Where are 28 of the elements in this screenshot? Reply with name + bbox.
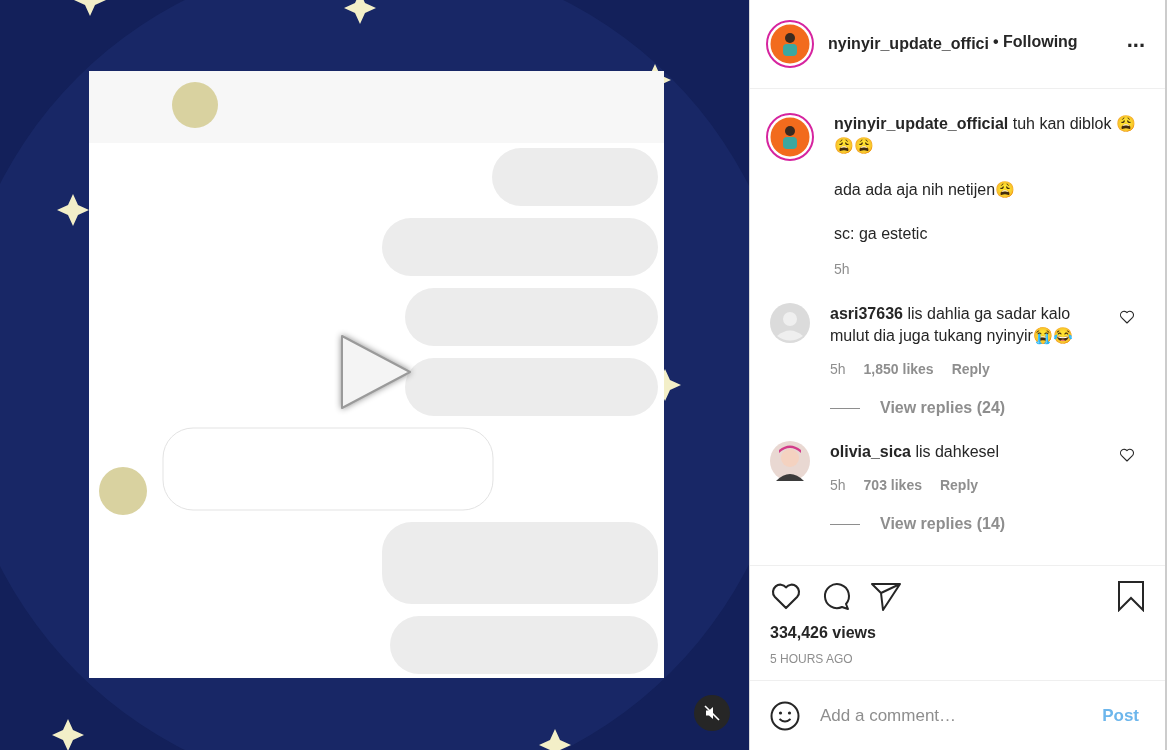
- comment-like-icon[interactable]: [1119, 447, 1135, 463]
- like-count[interactable]: 703 likes: [863, 477, 922, 493]
- send-icon[interactable]: [870, 580, 902, 612]
- timestamp: 5h: [834, 261, 850, 277]
- username[interactable]: nyinyir_update_offici: [828, 35, 989, 53]
- following-link[interactable]: • Following: [992, 33, 1078, 51]
- caption-text: ada ada aja nih netijen😩: [834, 180, 1017, 200]
- timestamp: 5h: [830, 477, 846, 493]
- emoji-icon[interactable]: [770, 700, 800, 731]
- view-replies-link[interactable]: View replies (24): [880, 399, 1006, 417]
- reply-link[interactable]: Reply: [939, 477, 979, 493]
- comment-like-icon[interactable]: [1119, 309, 1135, 325]
- view-count: 334,426 views: [770, 624, 877, 642]
- more-button[interactable]: ...: [1122, 29, 1149, 51]
- comment-text: asri37636 lis dahlia ga sadar kalo mulut dia juga tukang nyinyir😭😂: [830, 304, 1074, 347]
- like-count[interactable]: 1,850 likes: [863, 361, 934, 377]
- bookmark-icon[interactable]: [1117, 580, 1145, 612]
- caption-text: nyinyir_update_official tuh kan diblok 😩😩😩: [834, 114, 1137, 156]
- muted-speaker-icon: [704, 705, 720, 721]
- timestamp: 5h: [830, 361, 846, 377]
- view-replies-link[interactable]: View replies (14): [880, 515, 1006, 533]
- comment-text: olivia_sica lis dahkesel: [830, 442, 1000, 462]
- profile-avatar[interactable]: [766, 20, 814, 68]
- caption-text: sc: ga estetic: [834, 224, 929, 244]
- post-time: 5 HOURS AGO: [770, 652, 854, 666]
- user-avatar[interactable]: [770, 441, 810, 481]
- profile-avatar[interactable]: [766, 113, 814, 161]
- reply-link[interactable]: Reply: [951, 361, 990, 377]
